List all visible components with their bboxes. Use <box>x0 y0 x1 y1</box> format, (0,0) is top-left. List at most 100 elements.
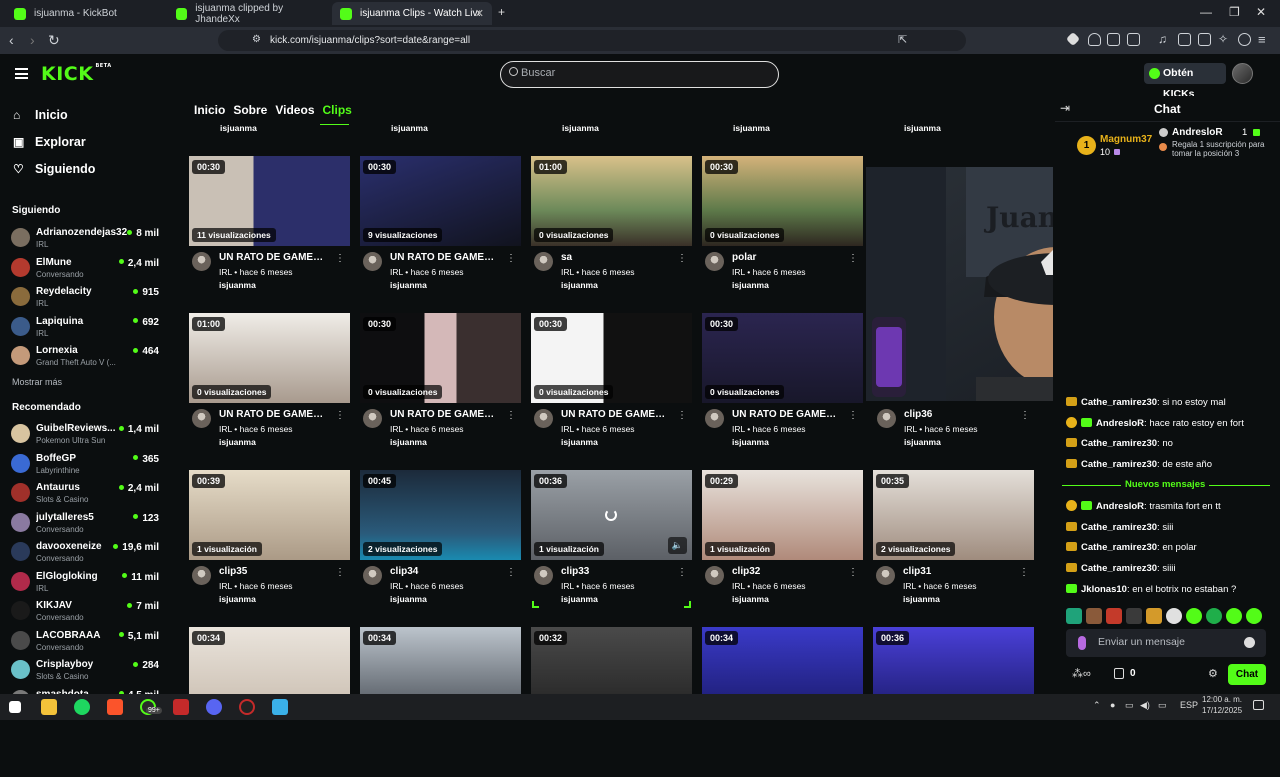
channel-avatar[interactable] <box>534 252 553 271</box>
more-options-icon[interactable]: ⋮ <box>506 410 516 421</box>
channel-avatar[interactable] <box>876 566 895 585</box>
clip-channel[interactable]: isjuanma <box>732 280 769 290</box>
chat-username[interactable]: AndresloR <box>1096 501 1144 512</box>
clip-title[interactable]: UN RATO DE GAMES,... <box>732 409 840 420</box>
kick-logo[interactable]: KICK BETA <box>41 63 112 85</box>
emote-icon[interactable] <box>1186 608 1202 624</box>
reload-icon[interactable]: ↻ <box>48 32 60 49</box>
sidebar-nav-siguiendo[interactable]: ♡ Siguiendo <box>13 160 95 178</box>
chat-message[interactable]: Cathe_ramirez30: de este año <box>1066 459 1212 470</box>
spotify-icon[interactable] <box>74 699 90 715</box>
channel-avatar[interactable] <box>534 566 553 585</box>
clip-title[interactable]: clip34 <box>390 566 498 577</box>
clip-card[interactable]: 01:00 0 visualizaciones UN RATO DE GAMES,.… <box>189 313 350 463</box>
clip-title[interactable]: clip31 <box>903 566 1011 577</box>
more-options-icon[interactable]: ⋮ <box>335 410 345 421</box>
tray-battery-icon[interactable]: ▭ <box>1158 700 1167 711</box>
sidebar-nav-inicio[interactable]: ⌂ Inicio <box>13 106 68 124</box>
tray-network-icon[interactable]: ▭ <box>1125 700 1134 711</box>
more-options-icon[interactable]: ⋮ <box>677 253 687 264</box>
more-options-icon[interactable]: ⋮ <box>848 567 858 578</box>
emote-icon[interactable] <box>1146 608 1162 624</box>
clip-channel[interactable]: isjuanma <box>219 594 256 604</box>
chat-message[interactable]: Cathe_ramirez30: si no estoy mal <box>1066 396 1226 408</box>
clip-channel[interactable]: isjuanma <box>903 594 940 604</box>
brave-browser-icon[interactable] <box>107 699 123 715</box>
sidebar-channel[interactable]: julytalleres5 Conversando 123 <box>11 512 171 537</box>
clip-thumbnail[interactable]: 00:30 0 visualizaciones <box>360 313 521 403</box>
tray-volume-icon[interactable]: ◀) <box>1140 700 1150 711</box>
clip-card[interactable]: 00:30 0 visualizaciones polar IRL • hace 6 … <box>702 156 863 306</box>
app-icon[interactable] <box>272 699 288 715</box>
trophy-icon[interactable] <box>1114 668 1124 679</box>
clip-channel[interactable]: isjuanma <box>732 437 769 447</box>
language-indicator[interactable]: ESP <box>1180 700 1198 710</box>
user-avatar[interactable] <box>1232 63 1253 84</box>
file-explorer-icon[interactable] <box>41 699 57 715</box>
more-options-icon[interactable]: ⋮ <box>677 410 687 421</box>
points-icon[interactable]: ⁂∞ <box>1072 667 1091 680</box>
tab-clips[interactable]: Clips <box>323 103 352 123</box>
sidebar-channel[interactable]: ElGlogloking IRL 11 mil <box>11 571 171 596</box>
sidebar-channel[interactable]: Lornexia Grand Theft Auto V (... 464 <box>11 345 171 370</box>
extension-shield-icon[interactable] <box>1088 33 1101 46</box>
menu-icon[interactable]: ≡ <box>1258 32 1266 47</box>
sidebar-channel[interactable]: KIKJAV Conversando 7 mil <box>11 600 171 625</box>
gift-user[interactable]: Magnum37 <box>1100 134 1152 145</box>
sidebar-channel[interactable]: Reydelacity IRL 915 <box>11 286 171 311</box>
search-box[interactable] <box>500 61 779 88</box>
clip-title[interactable]: UN RATO DE GAMES,... <box>219 409 327 420</box>
emoji-picker-icon[interactable] <box>1244 637 1255 648</box>
address-bar[interactable]: kick.com/isjuanma/clips?sort=date&range=… <box>218 30 966 51</box>
clip-title[interactable]: UN RATO DE GAMES,... <box>390 409 498 420</box>
chat-message[interactable]: Cathe_ramirez30: siiii <box>1066 563 1176 574</box>
clip-card[interactable]: 00:35 2 visualizaciones clip31 IRL • hace 6… <box>873 470 1034 620</box>
channel-avatar[interactable] <box>363 252 382 271</box>
clip-title[interactable]: UN RATO DE GAMES,... <box>390 252 498 263</box>
channel-avatar[interactable] <box>705 252 724 271</box>
clip-channel[interactable]: isjuanma <box>561 280 598 290</box>
emote-icon[interactable] <box>1206 608 1222 624</box>
extension-box-icon[interactable] <box>1127 33 1140 46</box>
clip-card[interactable]: 00:30 0 visualizaciones UN RATO DE GAMES,.… <box>702 313 863 463</box>
clip-thumbnail[interactable]: 01:00 0 visualizaciones <box>189 313 350 403</box>
emote-icon[interactable] <box>1246 608 1262 624</box>
clip-thumbnail[interactable]: 00:30 0 visualizaciones <box>531 313 692 403</box>
windows-start-icon[interactable] <box>9 701 21 713</box>
sidebar-channel[interactable]: ElMune Conversando 2,4 mil <box>11 257 171 282</box>
chat-message[interactable]: Cathe_ramirez30: no <box>1066 438 1173 449</box>
clip-card[interactable]: 00:30 0 visualizaciones UN RATO DE GAMES,.… <box>360 313 521 463</box>
clip-thumbnail[interactable]: 01:00 0 visualizaciones <box>531 156 692 246</box>
more-options-icon[interactable]: ⋮ <box>848 253 858 264</box>
more-options-icon[interactable]: ⋮ <box>1020 410 1030 421</box>
clip-thumbnail[interactable]: 00:45 2 visualizaciones <box>360 470 521 560</box>
emote-icon[interactable] <box>1126 608 1142 624</box>
clip-thumbnail[interactable]: 00:30 0 visualizaciones <box>702 156 863 246</box>
chat-message[interactable]: AndresloR: hace rato estoy en fort <box>1066 416 1244 429</box>
tray-chevron-icon[interactable]: ⌃ <box>1093 700 1101 711</box>
microphone-icon[interactable] <box>1078 636 1086 650</box>
clock-date[interactable]: 17/12/2025 <box>1202 706 1242 715</box>
restore-icon[interactable]: ❐ <box>1229 5 1240 19</box>
extension-puzzle-icon[interactable] <box>1107 33 1120 46</box>
chat-username[interactable]: Jklonas10 <box>1081 584 1127 595</box>
emote-icon[interactable] <box>1226 608 1242 624</box>
new-tab-icon[interactable]: + <box>498 5 505 19</box>
chat-username[interactable]: AndresloR <box>1096 418 1144 429</box>
chat-message[interactable]: Cathe_ramirez30: en polar <box>1066 542 1197 553</box>
clip-card[interactable]: 00:30 11 visualizaciones UN RATO DE GAMES,… <box>189 156 350 306</box>
browser-tab-3[interactable]: isjuanma Clips - Watch Live on K ✕ <box>332 2 492 25</box>
sidebar-channel[interactable]: Lapiquina IRL 692 <box>11 316 171 341</box>
chat-input-box[interactable] <box>1066 629 1266 657</box>
clip-channel[interactable]: isjuanma <box>390 437 427 447</box>
clip-channel[interactable]: isjuanma <box>561 594 598 604</box>
sidebar-toggle-icon[interactable] <box>1178 33 1191 46</box>
clip-thumbnail[interactable]: 00:30 11 visualizaciones <box>189 156 350 246</box>
discord-icon[interactable] <box>206 699 222 715</box>
browser-tab-2[interactable]: isjuanma clipped by JhandeXx <box>168 2 330 25</box>
clip-channel[interactable]: isjuanma <box>390 594 427 604</box>
chat-message[interactable]: AndresloR: trasmita fort en tt <box>1066 500 1221 512</box>
channel-avatar[interactable] <box>363 566 382 585</box>
clip-thumbnail[interactable]: 00:39 1 visualización <box>189 470 350 560</box>
clip-title[interactable]: UN RATO DE GAMES,... <box>561 409 669 420</box>
